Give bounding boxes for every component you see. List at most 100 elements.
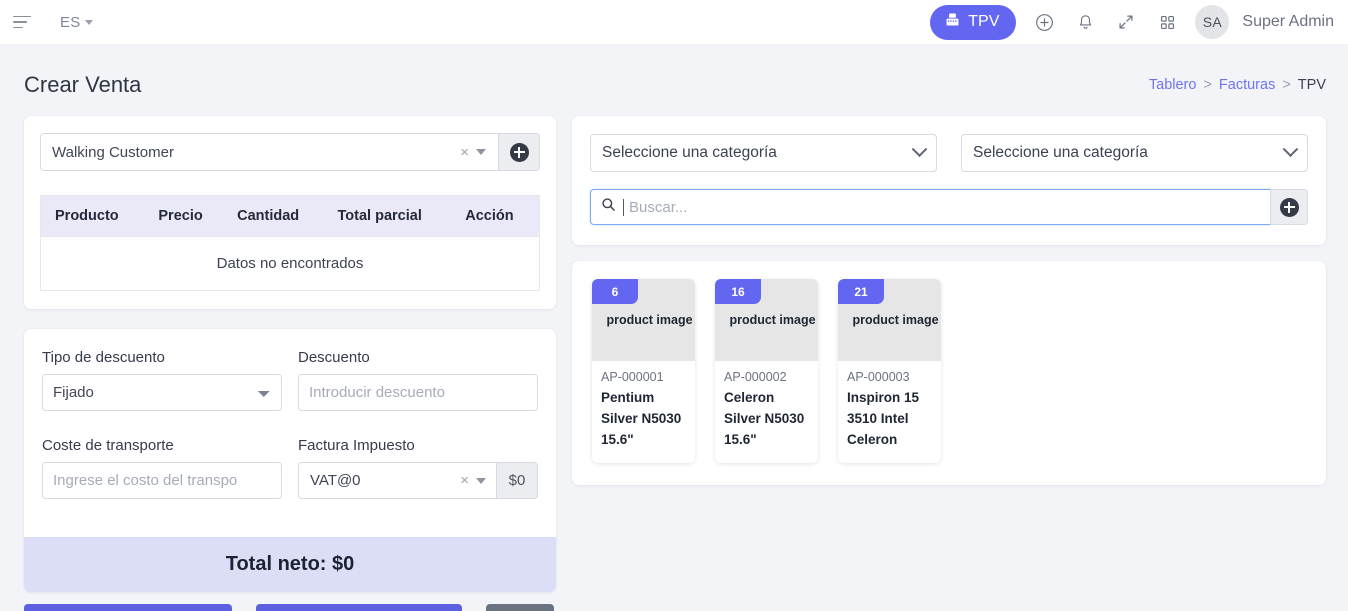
discount-type-select[interactable]: Fijado xyxy=(42,374,282,411)
category-secondary-value: Seleccione una categoría xyxy=(973,144,1148,161)
category-filters-row: Seleccione una categoría Seleccione una … xyxy=(590,134,1308,172)
invoice-tax-group: VAT@0 × $0 xyxy=(298,462,538,499)
customer-select-group: Walking Customer × xyxy=(40,133,540,171)
invoice-tax-select[interactable]: VAT@0 × xyxy=(298,462,496,499)
column-cantidad: Cantidad xyxy=(227,195,328,237)
discount-grid: Tipo de descuento Fijado Descuento Coste… xyxy=(42,349,538,515)
chevron-down-icon xyxy=(476,149,486,155)
column-accion: Acción xyxy=(455,195,540,237)
breadcrumb-separator: > xyxy=(1282,77,1291,93)
chevron-down-icon xyxy=(476,477,486,484)
clear-tax-icon[interactable]: × xyxy=(453,472,476,489)
discount-form: Tipo de descuento Fijado Descuento Coste… xyxy=(24,329,556,537)
product-card[interactable]: 6 product image AP-000001 Pentium Silver… xyxy=(592,279,695,463)
footer-action-buttons xyxy=(24,604,554,611)
main-layout: Walking Customer × Producto Precio Canti… xyxy=(0,102,1348,592)
invoice-tax-label: Factura Impuesto xyxy=(298,437,415,454)
shipping-cost-label: Coste de transporte xyxy=(42,437,174,454)
invoice-tax-amount: $0 xyxy=(496,462,538,499)
product-sku: AP-000001 xyxy=(601,370,664,384)
discount-type-label: Tipo de descuento xyxy=(42,349,165,366)
hamburger-line xyxy=(13,21,27,23)
hamburger-line xyxy=(13,26,23,29)
product-grid: 6 product image AP-000001 Pentium Silver… xyxy=(592,279,1308,463)
notification-bell-icon[interactable] xyxy=(1072,9,1098,35)
footer-primary-button-1[interactable] xyxy=(24,604,232,611)
product-name: Inspiron 15 3510 Intel Celeron xyxy=(847,390,920,447)
fullscreen-expand-icon[interactable] xyxy=(1113,9,1139,35)
filters-card: Seleccione una categoría Seleccione una … xyxy=(572,116,1326,245)
empty-state-message: Datos no encontrados xyxy=(40,236,540,291)
pos-button[interactable]: TPV xyxy=(930,4,1017,40)
invoice-tax-value: VAT@0 xyxy=(310,472,361,489)
shipping-cost-field: Coste de transporte xyxy=(42,437,282,499)
table-row-empty: Datos no encontrados xyxy=(40,236,540,291)
customer-card: Walking Customer × Producto Precio Canti… xyxy=(24,116,556,309)
chevron-down-icon xyxy=(85,19,94,25)
discount-amount-input[interactable] xyxy=(298,374,538,411)
avatar-initials: SA xyxy=(1202,14,1223,30)
text-cursor xyxy=(623,198,624,216)
chevron-down-icon xyxy=(1282,140,1299,157)
catalog-panel: Seleccione una categoría Seleccione una … xyxy=(572,116,1326,485)
clear-customer-icon[interactable]: × xyxy=(453,144,476,161)
chevron-down-icon xyxy=(911,140,928,157)
user-name-label: Super Admin xyxy=(1242,13,1334,30)
product-info: AP-000002 Celeron Silver N5030 15.6" xyxy=(715,361,818,463)
product-search-row: Buscar... xyxy=(590,189,1308,225)
product-name: Celeron Silver N5030 15.6" xyxy=(724,390,805,447)
stock-badge: 16 xyxy=(715,279,761,304)
discount-type-field: Tipo de descuento Fijado xyxy=(42,349,282,411)
add-customer-button[interactable] xyxy=(498,133,540,171)
search-icon xyxy=(601,197,623,217)
product-info: AP-000001 Pentium Silver N5030 15.6" xyxy=(592,361,695,463)
stock-badge: 6 xyxy=(592,279,638,304)
breadcrumb: Tablero > Facturas > TPV xyxy=(1149,77,1326,93)
add-product-button[interactable] xyxy=(1270,189,1308,225)
product-image-alt: product image xyxy=(729,313,816,327)
discount-amount-label: Descuento xyxy=(298,349,370,366)
product-card[interactable]: 21 product image AP-000003 Inspiron 15 3… xyxy=(838,279,941,463)
plus-circle-icon xyxy=(509,142,529,162)
page-header: Crear Venta Tablero > Facturas > TPV xyxy=(0,44,1348,102)
cart-table: Producto Precio Cantidad Total parcial A… xyxy=(40,195,540,291)
category-select-secondary[interactable]: Seleccione una categoría xyxy=(961,134,1308,172)
breadcrumb-item-tablero[interactable]: Tablero xyxy=(1149,77,1197,93)
product-sku: AP-000003 xyxy=(847,370,910,384)
plus-circle-icon xyxy=(1279,197,1299,217)
product-name: Pentium Silver N5030 15.6" xyxy=(601,390,682,447)
breadcrumb-item-facturas[interactable]: Facturas xyxy=(1219,77,1275,93)
hamburger-menu-icon[interactable] xyxy=(10,9,36,35)
header-actions: TPV SA Super Admin xyxy=(930,4,1334,40)
discount-amount-field: Descuento xyxy=(298,349,538,411)
top-header-bar: ES TPV SA Super Admin xyxy=(0,0,1348,44)
add-new-icon[interactable] xyxy=(1031,9,1057,35)
footer-primary-button-2[interactable] xyxy=(256,604,462,611)
search-input[interactable]: Buscar... xyxy=(590,189,1270,225)
hamburger-line xyxy=(13,15,31,18)
shipping-cost-input[interactable] xyxy=(42,462,282,499)
language-switcher[interactable]: ES xyxy=(60,13,94,31)
cart-table-header: Producto Precio Cantidad Total parcial A… xyxy=(40,195,540,237)
search-placeholder: Buscar... xyxy=(629,198,688,216)
category-select-primary[interactable]: Seleccione una categoría xyxy=(590,134,937,172)
product-image-area: 16 product image xyxy=(715,279,818,361)
customer-select[interactable]: Walking Customer × xyxy=(40,133,498,171)
product-sku: AP-000002 xyxy=(724,370,787,384)
column-producto: Producto xyxy=(40,195,149,237)
pos-button-label: TPV xyxy=(968,13,1000,30)
product-image-area: 6 product image xyxy=(592,279,695,361)
product-card[interactable]: 16 product image AP-000002 Celeron Silve… xyxy=(715,279,818,463)
category-primary-value: Seleccione una categoría xyxy=(602,144,777,161)
product-image-alt: product image xyxy=(852,313,939,327)
cart-table-body: Datos no encontrados xyxy=(40,236,540,291)
product-image-alt: product image xyxy=(606,313,693,327)
page-title: Crear Venta xyxy=(24,72,142,97)
breadcrumb-item-current: TPV xyxy=(1297,77,1326,93)
apps-grid-icon[interactable] xyxy=(1154,9,1180,35)
language-label: ES xyxy=(60,13,81,31)
product-info: AP-000003 Inspiron 15 3510 Intel Celeron xyxy=(838,361,941,463)
footer-secondary-button[interactable] xyxy=(486,604,554,611)
sale-panel: Walking Customer × Producto Precio Canti… xyxy=(24,116,556,592)
user-avatar[interactable]: SA xyxy=(1195,5,1230,39)
